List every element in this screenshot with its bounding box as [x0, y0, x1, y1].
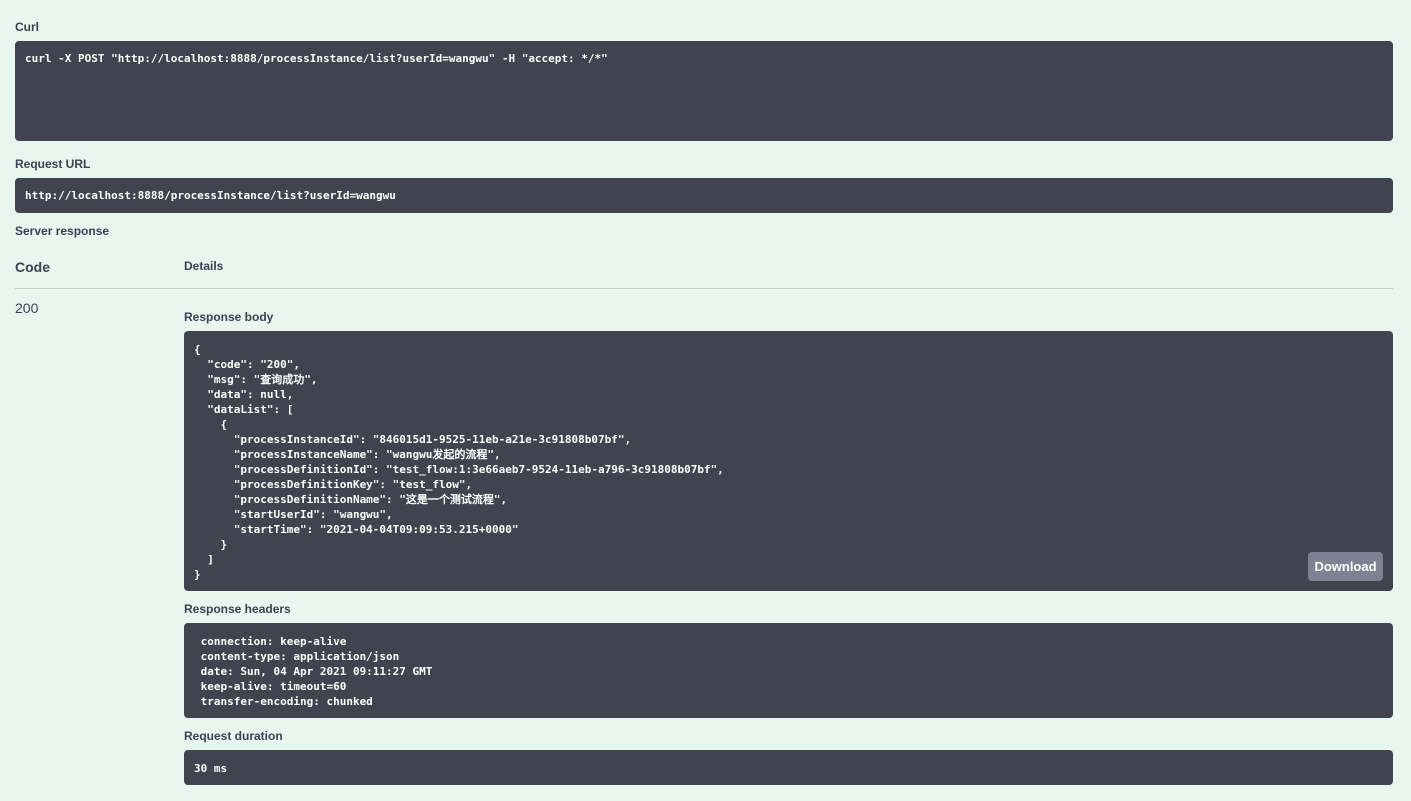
curl-command-box[interactable]: curl -X POST "http://localhost:8888/proc… [15, 41, 1393, 141]
details-column-header: Details [184, 259, 224, 273]
request-duration-box[interactable]: 30 ms [184, 750, 1393, 785]
request-url-value: http://localhost:8888/processInstance/li… [25, 189, 396, 202]
request-url-box[interactable]: http://localhost:8888/processInstance/li… [15, 178, 1393, 213]
code-column-header: Code [15, 259, 50, 275]
curl-label: Curl [15, 20, 39, 34]
table-divider [15, 288, 1393, 289]
response-headers-box[interactable]: connection: keep-alive content-type: app… [184, 623, 1393, 718]
response-headers-text: connection: keep-alive content-type: app… [200, 635, 433, 708]
response-body-label: Response body [184, 310, 274, 324]
request-duration-label: Request duration [184, 729, 283, 743]
request-url-label: Request URL [15, 157, 91, 171]
curl-command: curl -X POST "http://localhost:8888/proc… [25, 52, 608, 65]
response-status-code: 200 [15, 300, 39, 316]
response-body-json: { "code": "200", "msg": "查询成功", "data": … [194, 343, 724, 581]
response-headers-label: Response headers [184, 602, 291, 616]
response-body-box[interactable]: { "code": "200", "msg": "查询成功", "data": … [184, 331, 1393, 591]
request-duration-value: 30 ms [194, 762, 228, 775]
server-response-label: Server response [15, 224, 110, 238]
download-button[interactable]: Download [1308, 552, 1383, 581]
